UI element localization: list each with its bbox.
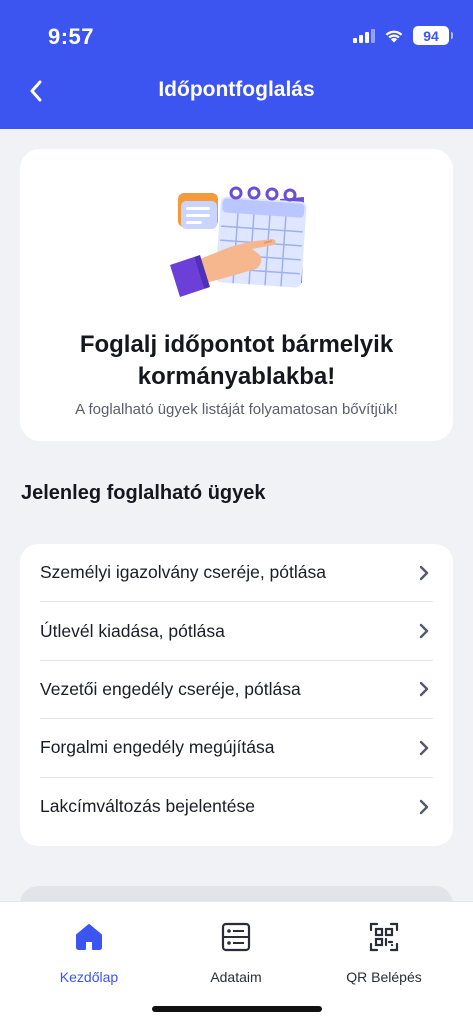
hero-subtitle: A foglalható ügyek listáját folyamatosan… — [75, 401, 398, 418]
service-item-vehicle-registration[interactable]: Forgalmi engedély megújítása — [40, 719, 433, 778]
page-title: Időpontfoglalás — [158, 78, 315, 101]
cellular-signal-icon — [353, 28, 375, 43]
tab-my-data[interactable]: Adataim — [166, 920, 306, 985]
status-time: 9:57 — [48, 24, 95, 49]
service-label: Személyi igazolvány cseréje, pótlása — [40, 562, 326, 583]
chevron-right-icon — [419, 740, 433, 756]
qr-scan-icon — [367, 920, 401, 954]
tab-label: QR Belépés — [346, 969, 422, 985]
hero-title: Foglalj időpontot bármelyik kormányablak… — [79, 331, 394, 390]
service-item-id-card[interactable]: Személyi igazolvány cseréje, pótlása — [40, 544, 433, 603]
chevron-right-icon — [419, 565, 433, 581]
service-label: Vezetői engedély cseréje, pótlása — [40, 678, 301, 699]
tab-label: Adataim — [210, 969, 262, 985]
battery-indicator: 94 — [413, 26, 453, 45]
services-list: Személyi igazolvány cseréje, pótlása Útl… — [20, 544, 453, 846]
tab-label: Kezdőlap — [59, 969, 119, 985]
app-header: 9:57 94 Időpontfoglalás — [0, 0, 473, 129]
section-title: Jelenleg foglalható ügyek — [21, 482, 266, 504]
service-item-passport[interactable]: Útlevél kiadása, pótlása — [40, 602, 433, 661]
chevron-right-icon — [419, 799, 433, 815]
service-item-driving-licence[interactable]: Vezetői engedély cseréje, pótlása — [40, 661, 433, 720]
calendar-booking-illustration — [170, 186, 307, 297]
status-icons: 94 — [353, 26, 453, 45]
home-icon — [72, 920, 106, 954]
chevron-right-icon — [419, 623, 433, 639]
tab-home[interactable]: Kezdőlap — [19, 920, 159, 985]
chevron-right-icon — [419, 681, 433, 697]
service-label: Lakcímváltozás bejelentése — [40, 796, 255, 817]
hero-card: Foglalj időpontot bármelyik kormányablak… — [20, 149, 453, 441]
service-item-address-change[interactable]: Lakcímváltozás bejelentése — [40, 778, 433, 836]
wifi-icon — [385, 30, 403, 43]
home-indicator — [152, 1006, 322, 1012]
id-card-icon — [219, 920, 253, 954]
tab-qr-login[interactable]: QR Belépés — [314, 920, 454, 985]
service-label: Útlevél kiadása, pótlása — [40, 620, 225, 641]
service-label: Forgalmi engedély megújítása — [40, 737, 275, 758]
